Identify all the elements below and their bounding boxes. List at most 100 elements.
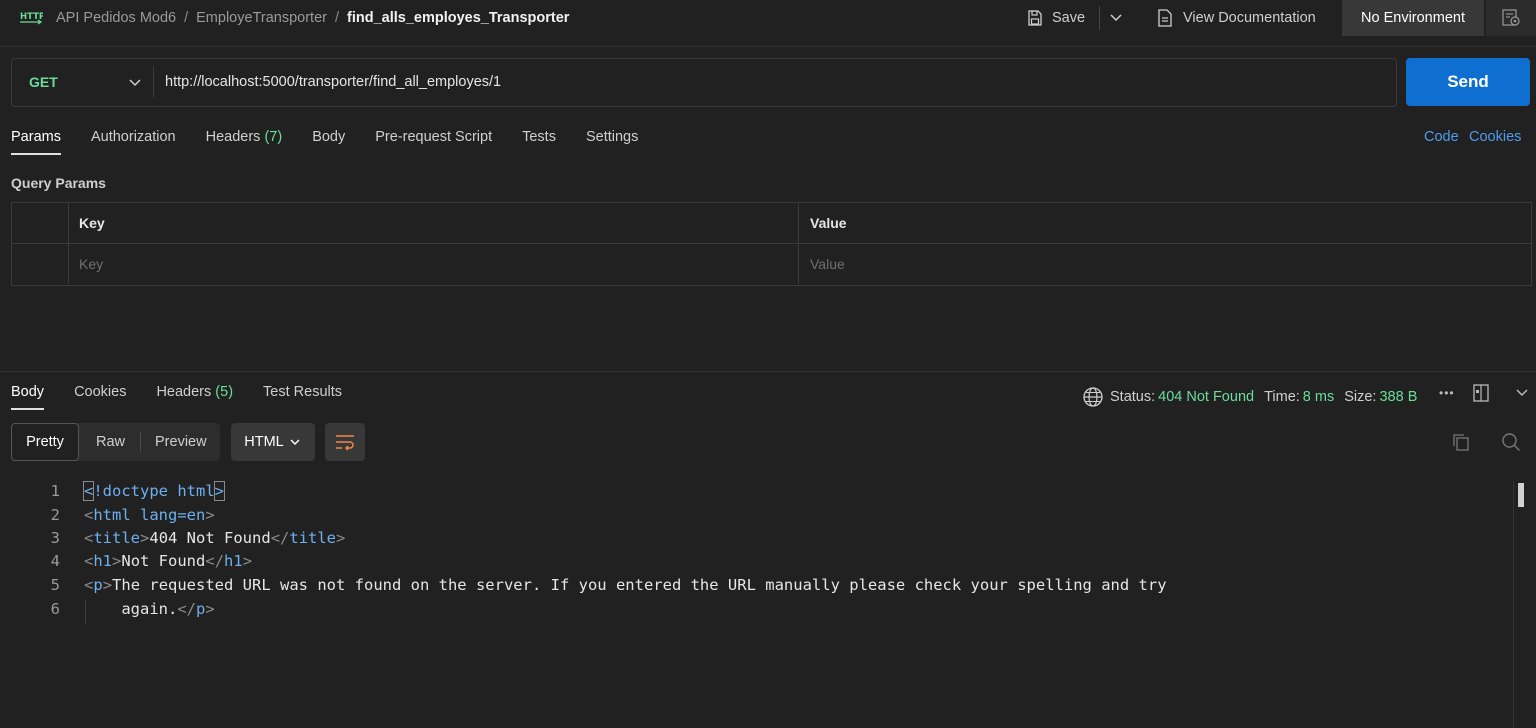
tab-count-badge: (5): [215, 384, 234, 400]
save-button[interactable]: Save: [1026, 6, 1101, 30]
time-label: Time:: [1264, 389, 1300, 405]
environment-eye-icon: [1502, 9, 1520, 26]
response-tab-body[interactable]: Body: [11, 384, 45, 410]
cookies-link[interactable]: Cookies: [1469, 129, 1521, 145]
search-icon[interactable]: [1501, 432, 1521, 452]
breadcrumb-folder[interactable]: EmployeTransporter: [196, 10, 327, 26]
copy-icon[interactable]: [1451, 432, 1471, 452]
breadcrumb-request-title[interactable]: find_alls_employes_Transporter: [347, 10, 569, 26]
tab-label: Params: [11, 129, 61, 145]
preview-button[interactable]: Preview: [155, 434, 207, 450]
environment-label: No Environment: [1361, 10, 1465, 26]
code-line: <h1>Not Found</h1>: [84, 552, 253, 570]
chevron-down-icon: [290, 439, 300, 446]
response-tab-headers[interactable]: Headers (5): [156, 384, 233, 400]
document-icon: [1158, 9, 1172, 27]
code-line: <html lang=en>: [84, 506, 215, 524]
code-text: The requested URL was not found on the s…: [112, 576, 1167, 594]
response-tab-test-results[interactable]: Test Results: [263, 384, 342, 400]
row-checkbox-cell: [12, 244, 69, 284]
key-input[interactable]: Key: [69, 244, 799, 284]
divider: [1099, 6, 1101, 30]
environment-selector[interactable]: No Environment: [1342, 0, 1484, 36]
tab-body[interactable]: Body: [312, 129, 345, 145]
tab-count-badge: (7): [264, 129, 283, 145]
code-token: h1: [224, 552, 243, 570]
code-link[interactable]: Code: [1424, 129, 1459, 145]
split-layout-icon[interactable]: [1472, 383, 1490, 403]
http-icon: HTTP: [20, 12, 43, 25]
line-number: 1: [50, 482, 60, 500]
environment-quick-look-button[interactable]: [1486, 0, 1536, 36]
view-documentation-label: View Documentation: [1183, 10, 1316, 26]
raw-button[interactable]: Raw: [96, 434, 125, 450]
tab-params[interactable]: Params: [11, 129, 61, 155]
code-line: <p>The requested URL was not found on th…: [84, 576, 1167, 594]
size-label: Size:: [1344, 389, 1377, 405]
scrollbar[interactable]: [1513, 481, 1525, 728]
code-token: html lang=en: [93, 506, 206, 524]
method-selector[interactable]: GET: [29, 74, 58, 90]
tab-tests[interactable]: Tests: [522, 129, 556, 145]
code-token: title: [93, 529, 141, 547]
tab-label: Tests: [522, 129, 556, 145]
tab-headers[interactable]: Headers (7): [206, 129, 283, 145]
value-input[interactable]: Value: [800, 244, 1530, 284]
tab-label: Headers: [205, 129, 261, 145]
breadcrumb-separator: /: [334, 10, 339, 26]
divider: [140, 432, 141, 452]
line-number: 4: [50, 552, 60, 570]
code-token: title: [289, 529, 337, 547]
code-text: Not Found: [121, 552, 206, 570]
more-options-icon[interactable]: •••: [1439, 386, 1455, 400]
value-column-header: Value: [810, 215, 847, 231]
url-input[interactable]: http://localhost:5000/transporter/find_a…: [165, 74, 501, 90]
table-row: Key Value: [12, 244, 1531, 284]
tab-label: Headers: [156, 384, 212, 400]
status-badge[interactable]: 404 Not Found: [1158, 389, 1254, 405]
tab-pre-request-script[interactable]: Pre-request Script: [375, 129, 492, 145]
query-params-table: Key Value Key Value: [11, 202, 1532, 286]
tab-settings[interactable]: Settings: [586, 129, 638, 145]
tab-label: Pre-request Script: [375, 129, 493, 145]
line-number: 6: [50, 600, 60, 618]
code-token: p: [93, 576, 103, 594]
response-tab-cookies[interactable]: Cookies: [74, 384, 126, 400]
breadcrumb-collection[interactable]: API Pedidos Mod6: [56, 10, 176, 26]
scrollbar-thumb[interactable]: [1518, 483, 1524, 507]
pane-divider[interactable]: [0, 371, 1536, 372]
line-number: 5: [50, 576, 60, 594]
chevron-down-icon[interactable]: [1514, 385, 1530, 401]
tab-label: Test Results: [263, 384, 343, 400]
chevron-down-icon[interactable]: [127, 75, 143, 91]
code-line: again.</p>: [121, 600, 215, 618]
divider: [153, 66, 154, 98]
code-line: <title>404 Not Found</title>: [84, 529, 346, 547]
globe-icon[interactable]: [1082, 386, 1104, 408]
size-value[interactable]: 388 B: [1379, 389, 1417, 405]
code-text: 404 Not Found: [149, 529, 271, 547]
format-dropdown[interactable]: HTML: [231, 423, 315, 461]
tab-label: Settings: [585, 129, 639, 145]
wrap-lines-icon: [336, 435, 354, 451]
code-line: <!doctype html>: [82, 481, 226, 501]
chevron-down-icon[interactable]: [1107, 7, 1125, 27]
table-header-row: Key Value: [12, 203, 1531, 244]
line-number: 2: [50, 506, 60, 524]
breadcrumb: API Pedidos Mod6 / EmployeTransporter / …: [56, 8, 569, 28]
status-label: Status:: [1110, 389, 1156, 405]
view-documentation-button[interactable]: View Documentation: [1156, 6, 1316, 30]
code-text: again.: [121, 600, 178, 618]
response-tabs: Body Cookies Headers (5) Test Results: [11, 384, 372, 410]
tab-label: Authorization: [90, 129, 176, 145]
send-button[interactable]: Send: [1406, 58, 1530, 106]
key-column-header: Key: [69, 203, 799, 243]
time-value[interactable]: 8 ms: [1303, 389, 1334, 405]
response-status-bar: Status: 404 Not Found Time: 8 ms Size: 3…: [1082, 386, 1417, 408]
code-token: !doctype html: [93, 482, 215, 500]
code-token: h1: [93, 552, 113, 570]
tab-authorization[interactable]: Authorization: [91, 129, 176, 145]
wrap-lines-button[interactable]: [325, 423, 365, 461]
pretty-button[interactable]: Pretty: [11, 423, 79, 461]
tab-label: Cookies: [74, 384, 127, 400]
